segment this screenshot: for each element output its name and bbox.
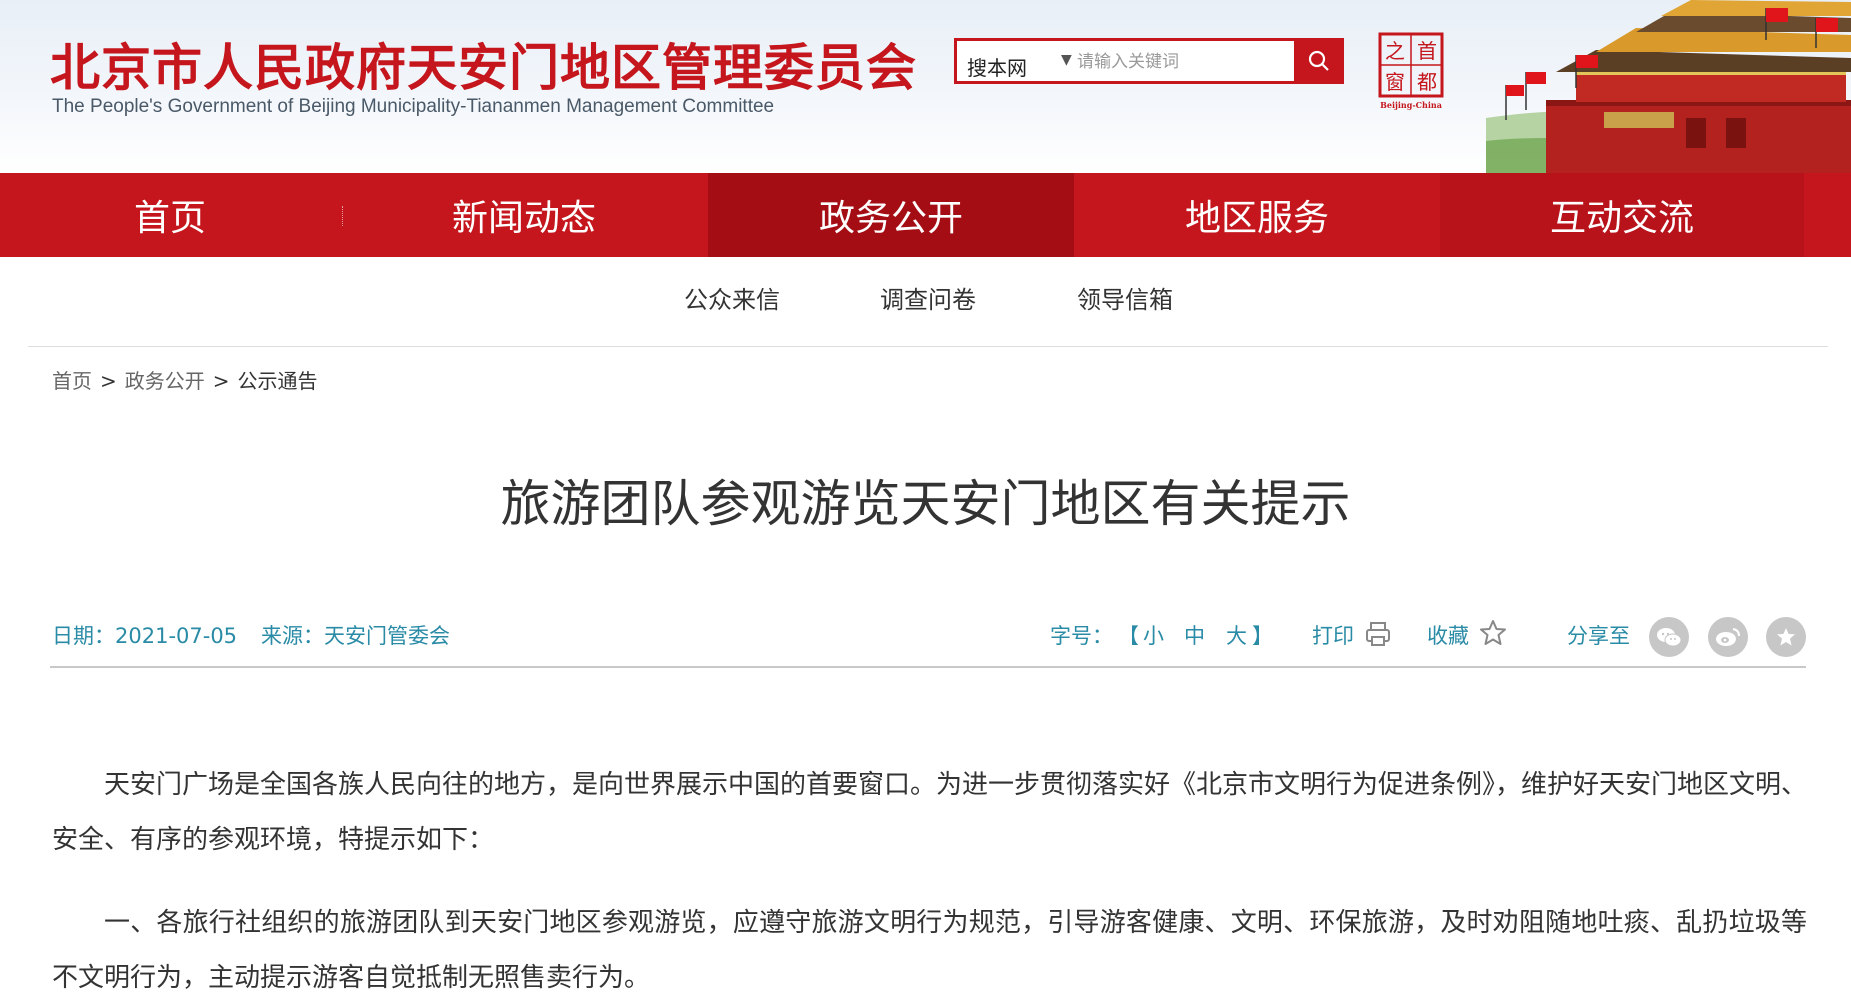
search-box-end	[1274, 38, 1296, 84]
favorite-share-button[interactable]	[1766, 617, 1806, 657]
site-header: 北京市人民政府天安门地区管理委员会 The People's Governmen…	[0, 0, 1851, 173]
article-paragraph: 天安门广场是全国各族人民向往的地方，是向世界展示中国的首要窗口。为进一步贯彻落实…	[52, 770, 1808, 855]
site-subtitle: The People's Government of Beijing Munic…	[52, 96, 775, 117]
breadcrumb-home[interactable]: 首页	[52, 369, 92, 393]
svg-text:都: 都	[1417, 70, 1437, 94]
wechat-share-button[interactable]	[1649, 617, 1689, 657]
font-size-large[interactable]: 大	[1226, 620, 1247, 650]
weibo-icon	[1716, 628, 1740, 646]
search-input[interactable]	[1077, 47, 1267, 77]
svg-text:Beijing-China: Beijing-China	[1380, 100, 1442, 110]
wechat-icon	[1657, 628, 1682, 647]
font-size-label: 字号：	[1050, 624, 1113, 648]
svg-text:窗: 窗	[1385, 70, 1405, 94]
search-scope-select[interactable]: 搜本网	[967, 52, 1027, 81]
capital-window-seal-logo: 之 首 窗 都 Beijing-China	[1378, 32, 1444, 110]
star-outline-icon[interactable]	[1478, 618, 1508, 648]
caret-down-icon[interactable]: ▼	[1061, 52, 1072, 68]
font-size-medium[interactable]: 中	[1184, 620, 1205, 650]
article-title: 旅游团队参观游览天安门地区有关提示	[500, 475, 1351, 533]
main-nav: 首页 新闻动态 政务公开 地区服务 互动交流	[0, 173, 1851, 257]
search-button[interactable]	[1294, 38, 1344, 84]
nav-item-interaction[interactable]: 互动交流	[1440, 173, 1804, 257]
breadcrumb-separator: >	[100, 369, 117, 393]
article-paragraph: 一、各旅行社组织的旅游团队到天安门地区参观游览，应遵守旅游文明行为规范，引导游客…	[52, 908, 1807, 993]
font-size-small[interactable]: 小	[1143, 620, 1164, 650]
nav-item-regional-services[interactable]: 地区服务	[1074, 173, 1440, 257]
svg-text:首: 首	[1417, 39, 1437, 63]
article-source: 来源：天安门管委会	[261, 624, 451, 648]
site-title[interactable]: 北京市人民政府天安门地区管理委员会	[50, 28, 917, 100]
share-label: 分享至	[1567, 624, 1630, 648]
nav-separator	[342, 206, 345, 226]
font-size-bracket-open: 【	[1118, 624, 1139, 648]
breadcrumb-current: 公示通告	[237, 369, 318, 393]
weibo-share-button[interactable]	[1708, 617, 1748, 657]
svg-text:之: 之	[1385, 39, 1405, 63]
breadcrumb-government-affairs[interactable]: 政务公开	[125, 369, 205, 393]
printer-icon[interactable]	[1364, 620, 1392, 648]
font-size-bracket-close: 】	[1252, 624, 1273, 648]
star-icon	[1777, 628, 1795, 646]
subnav-survey[interactable]: 调查问卷	[880, 280, 976, 315]
nav-item-news[interactable]: 新闻动态	[340, 173, 708, 257]
nav-item-government-affairs[interactable]: 政务公开	[708, 173, 1074, 257]
subnav-public-letters[interactable]: 公众来信	[684, 280, 780, 315]
article-date: 日期：2021-07-05	[52, 624, 238, 648]
search-box: 搜本网 ▼	[954, 38, 1274, 84]
breadcrumb: 首页 > 政务公开 > 公示通告	[52, 365, 318, 394]
meta-divider	[50, 666, 1806, 668]
favorite-link[interactable]: 收藏	[1427, 620, 1469, 650]
print-link[interactable]: 打印	[1312, 620, 1354, 650]
article-meta: 日期：2021-07-05 来源：天安门管委会	[52, 620, 450, 650]
subnav-leader-mailbox[interactable]: 领导信箱	[1077, 280, 1173, 315]
nav-item-home[interactable]: 首页	[0, 173, 340, 257]
tiananmen-gate-image	[1486, 0, 1851, 173]
divider	[28, 346, 1828, 347]
breadcrumb-separator: >	[212, 369, 230, 393]
search-icon	[1308, 50, 1329, 71]
